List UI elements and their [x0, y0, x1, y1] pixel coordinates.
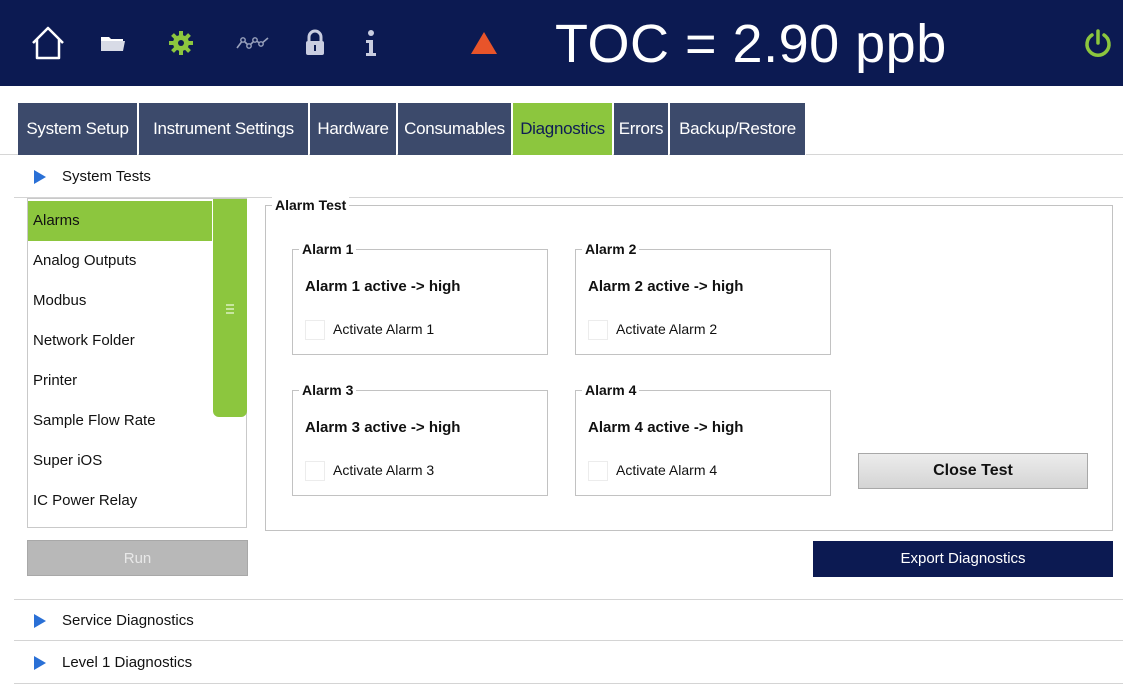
list-item-sample-flow-rate[interactable]: Sample Flow Rate: [28, 401, 212, 441]
activate-alarm-1-checkbox[interactable]: [305, 320, 325, 340]
activate-alarm-4-checkbox[interactable]: [588, 461, 608, 481]
level1-diagnostics-header[interactable]: Level 1 Diagnostics: [14, 642, 1123, 684]
alarm-2-state: Alarm 2 active -> high: [588, 278, 744, 295]
list-item-alarms[interactable]: Alarms: [28, 201, 212, 241]
alarm-1-title: Alarm 1: [299, 241, 357, 258]
tab-backup-restore[interactable]: Backup/Restore: [670, 103, 806, 155]
activate-alarm-4-label[interactable]: Activate Alarm 4: [616, 462, 717, 478]
activate-alarm-2-checkbox[interactable]: [588, 320, 608, 340]
alarm-4-state: Alarm 4 active -> high: [588, 419, 744, 436]
service-diagnostics-header[interactable]: Service Diagnostics: [14, 599, 1123, 641]
section-label: System Tests: [62, 168, 151, 185]
alarm-2-box: Alarm 2 Alarm 2 active -> high Activate …: [575, 241, 831, 355]
scroll-grip-icon: [226, 304, 234, 306]
folder-icon[interactable]: [96, 0, 130, 86]
close-test-button[interactable]: Close Test: [858, 453, 1088, 489]
power-icon[interactable]: [1080, 0, 1116, 86]
activate-alarm-1-label[interactable]: Activate Alarm 1: [333, 321, 434, 337]
alarm-4-title: Alarm 4: [582, 382, 640, 399]
alarm-test-title: Alarm Test: [272, 197, 350, 214]
tab-diagnostics[interactable]: Diagnostics: [513, 103, 613, 155]
run-button[interactable]: Run: [27, 540, 248, 576]
tab-hardware[interactable]: Hardware: [310, 103, 397, 155]
alarm-1-state: Alarm 1 active -> high: [305, 278, 461, 295]
list-item-ic-power-relay[interactable]: IC Power Relay: [28, 481, 212, 521]
expand-triangle-icon: [34, 170, 46, 184]
expand-triangle-icon: [34, 614, 46, 628]
section-label: Service Diagnostics: [62, 612, 194, 629]
tab-bar: System Setup Instrument Settings Hardwar…: [0, 86, 1123, 155]
alarm-1-box: Alarm 1 Alarm 1 active -> high Activate …: [292, 241, 548, 355]
alarm-4-box: Alarm 4 Alarm 4 active -> high Activate …: [575, 382, 831, 496]
lock-icon[interactable]: [301, 0, 329, 86]
system-tests-header[interactable]: System Tests: [14, 156, 1123, 198]
toc-reading: TOC = 2.90 ppb: [555, 14, 947, 74]
activate-alarm-3-label[interactable]: Activate Alarm 3: [333, 462, 434, 478]
list-item-modbus[interactable]: Modbus: [28, 281, 212, 321]
home-icon[interactable]: [26, 0, 70, 86]
alarm-3-title: Alarm 3: [299, 382, 357, 399]
alarm-3-box: Alarm 3 Alarm 3 active -> high Activate …: [292, 382, 548, 496]
activate-alarm-3-checkbox[interactable]: [305, 461, 325, 481]
tab-consumables[interactable]: Consumables: [398, 103, 512, 155]
tab-system-setup[interactable]: System Setup: [18, 103, 138, 155]
list-item-printer[interactable]: Printer: [28, 361, 212, 401]
section-label: Level 1 Diagnostics: [62, 654, 193, 671]
alarm-2-title: Alarm 2: [582, 241, 640, 258]
trend-icon[interactable]: [234, 0, 272, 86]
list-item-super-ios[interactable]: Super iOS: [28, 441, 212, 481]
tab-instrument-settings[interactable]: Instrument Settings: [139, 103, 309, 155]
list-item-network-folder[interactable]: Network Folder: [28, 321, 212, 361]
top-bar: TOC = 2.90 ppb: [0, 0, 1123, 86]
info-icon[interactable]: [360, 0, 382, 86]
expand-triangle-icon: [34, 656, 46, 670]
activate-alarm-2-label[interactable]: Activate Alarm 2: [616, 321, 717, 337]
warning-icon[interactable]: [468, 0, 500, 86]
list-item-analog-outputs[interactable]: Analog Outputs: [28, 241, 212, 281]
gear-icon[interactable]: [164, 0, 198, 86]
test-list: Alarms Analog Outputs Modbus Network Fol…: [27, 198, 247, 528]
alarm-3-state: Alarm 3 active -> high: [305, 419, 461, 436]
list-scrollbar[interactable]: [213, 199, 247, 417]
tab-errors[interactable]: Errors: [614, 103, 669, 155]
export-diagnostics-button[interactable]: Export Diagnostics: [813, 541, 1113, 577]
